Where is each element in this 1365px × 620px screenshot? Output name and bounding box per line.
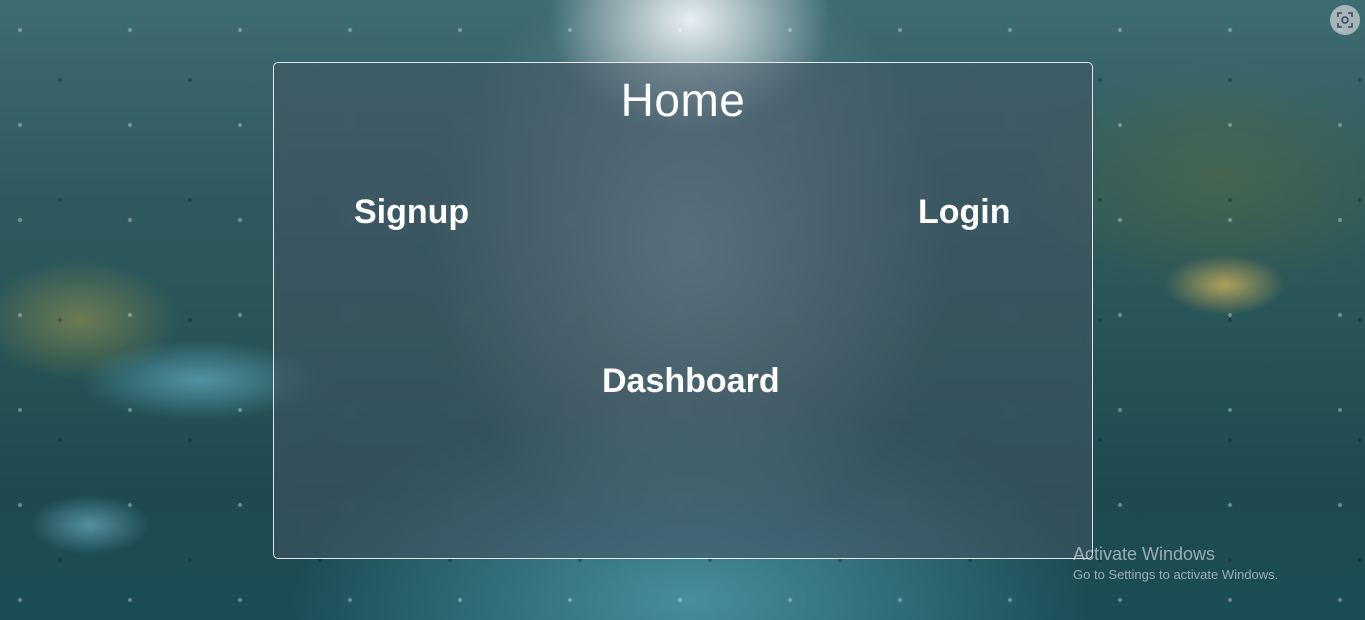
dashboard-link[interactable]: Dashboard (602, 362, 780, 401)
page-title: Home (620, 74, 746, 126)
watermark-title: Activate Windows (1073, 544, 1216, 564)
screen-capture-button[interactable] (1330, 5, 1360, 35)
login-link[interactable]: Login (918, 193, 1011, 232)
watermark-subtitle: Go to Settings to activate Windows. (1073, 567, 1279, 582)
home-panel: Home Signup Login Dashboard (273, 62, 1093, 559)
windows-activation-watermark: Activate Windows Go to Settings to activ… (1073, 543, 1278, 584)
signup-link[interactable]: Signup (354, 193, 469, 232)
screen-capture-icon (1337, 12, 1353, 28)
